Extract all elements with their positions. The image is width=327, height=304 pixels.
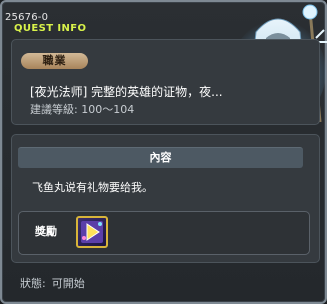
reward-label: 獎勵 xyxy=(35,225,57,238)
content-header: 內容 xyxy=(18,147,303,168)
status-value: 可開始 xyxy=(51,277,85,290)
job-badge: 職業 xyxy=(21,53,88,69)
window-title: QUEST INFO xyxy=(14,23,87,34)
quest-content-panel: 內容 飞鱼丸说有礼物要给我。 獎勵 xyxy=(11,134,320,263)
level-range: 100～104 xyxy=(81,103,135,116)
status-label: 狀態: xyxy=(20,277,46,290)
reward-box: 獎勵 xyxy=(18,211,310,255)
magic-box-icon xyxy=(81,221,103,243)
level-label: 建議等級: xyxy=(30,103,78,116)
quest-info-window: 25676-0 QUEST INFO 職業 [夜光法师] 完整的英雄的证物，夜.… xyxy=(0,0,327,304)
content-text: 飞鱼丸说有礼物要给我。 xyxy=(32,181,153,194)
reward-item-slot[interactable] xyxy=(76,216,108,248)
level-requirement: 建議等級: 100～104 xyxy=(30,104,134,116)
quest-name: [夜光法师] 完整的英雄的证物，夜... xyxy=(30,85,223,99)
quest-status: 狀態: 可開始 xyxy=(20,278,85,290)
quest-id: 25676-0 xyxy=(5,12,49,23)
quest-summary-panel: 職業 [夜光法师] 完整的英雄的证物，夜... 建議等級: 100～104 xyxy=(11,39,320,125)
